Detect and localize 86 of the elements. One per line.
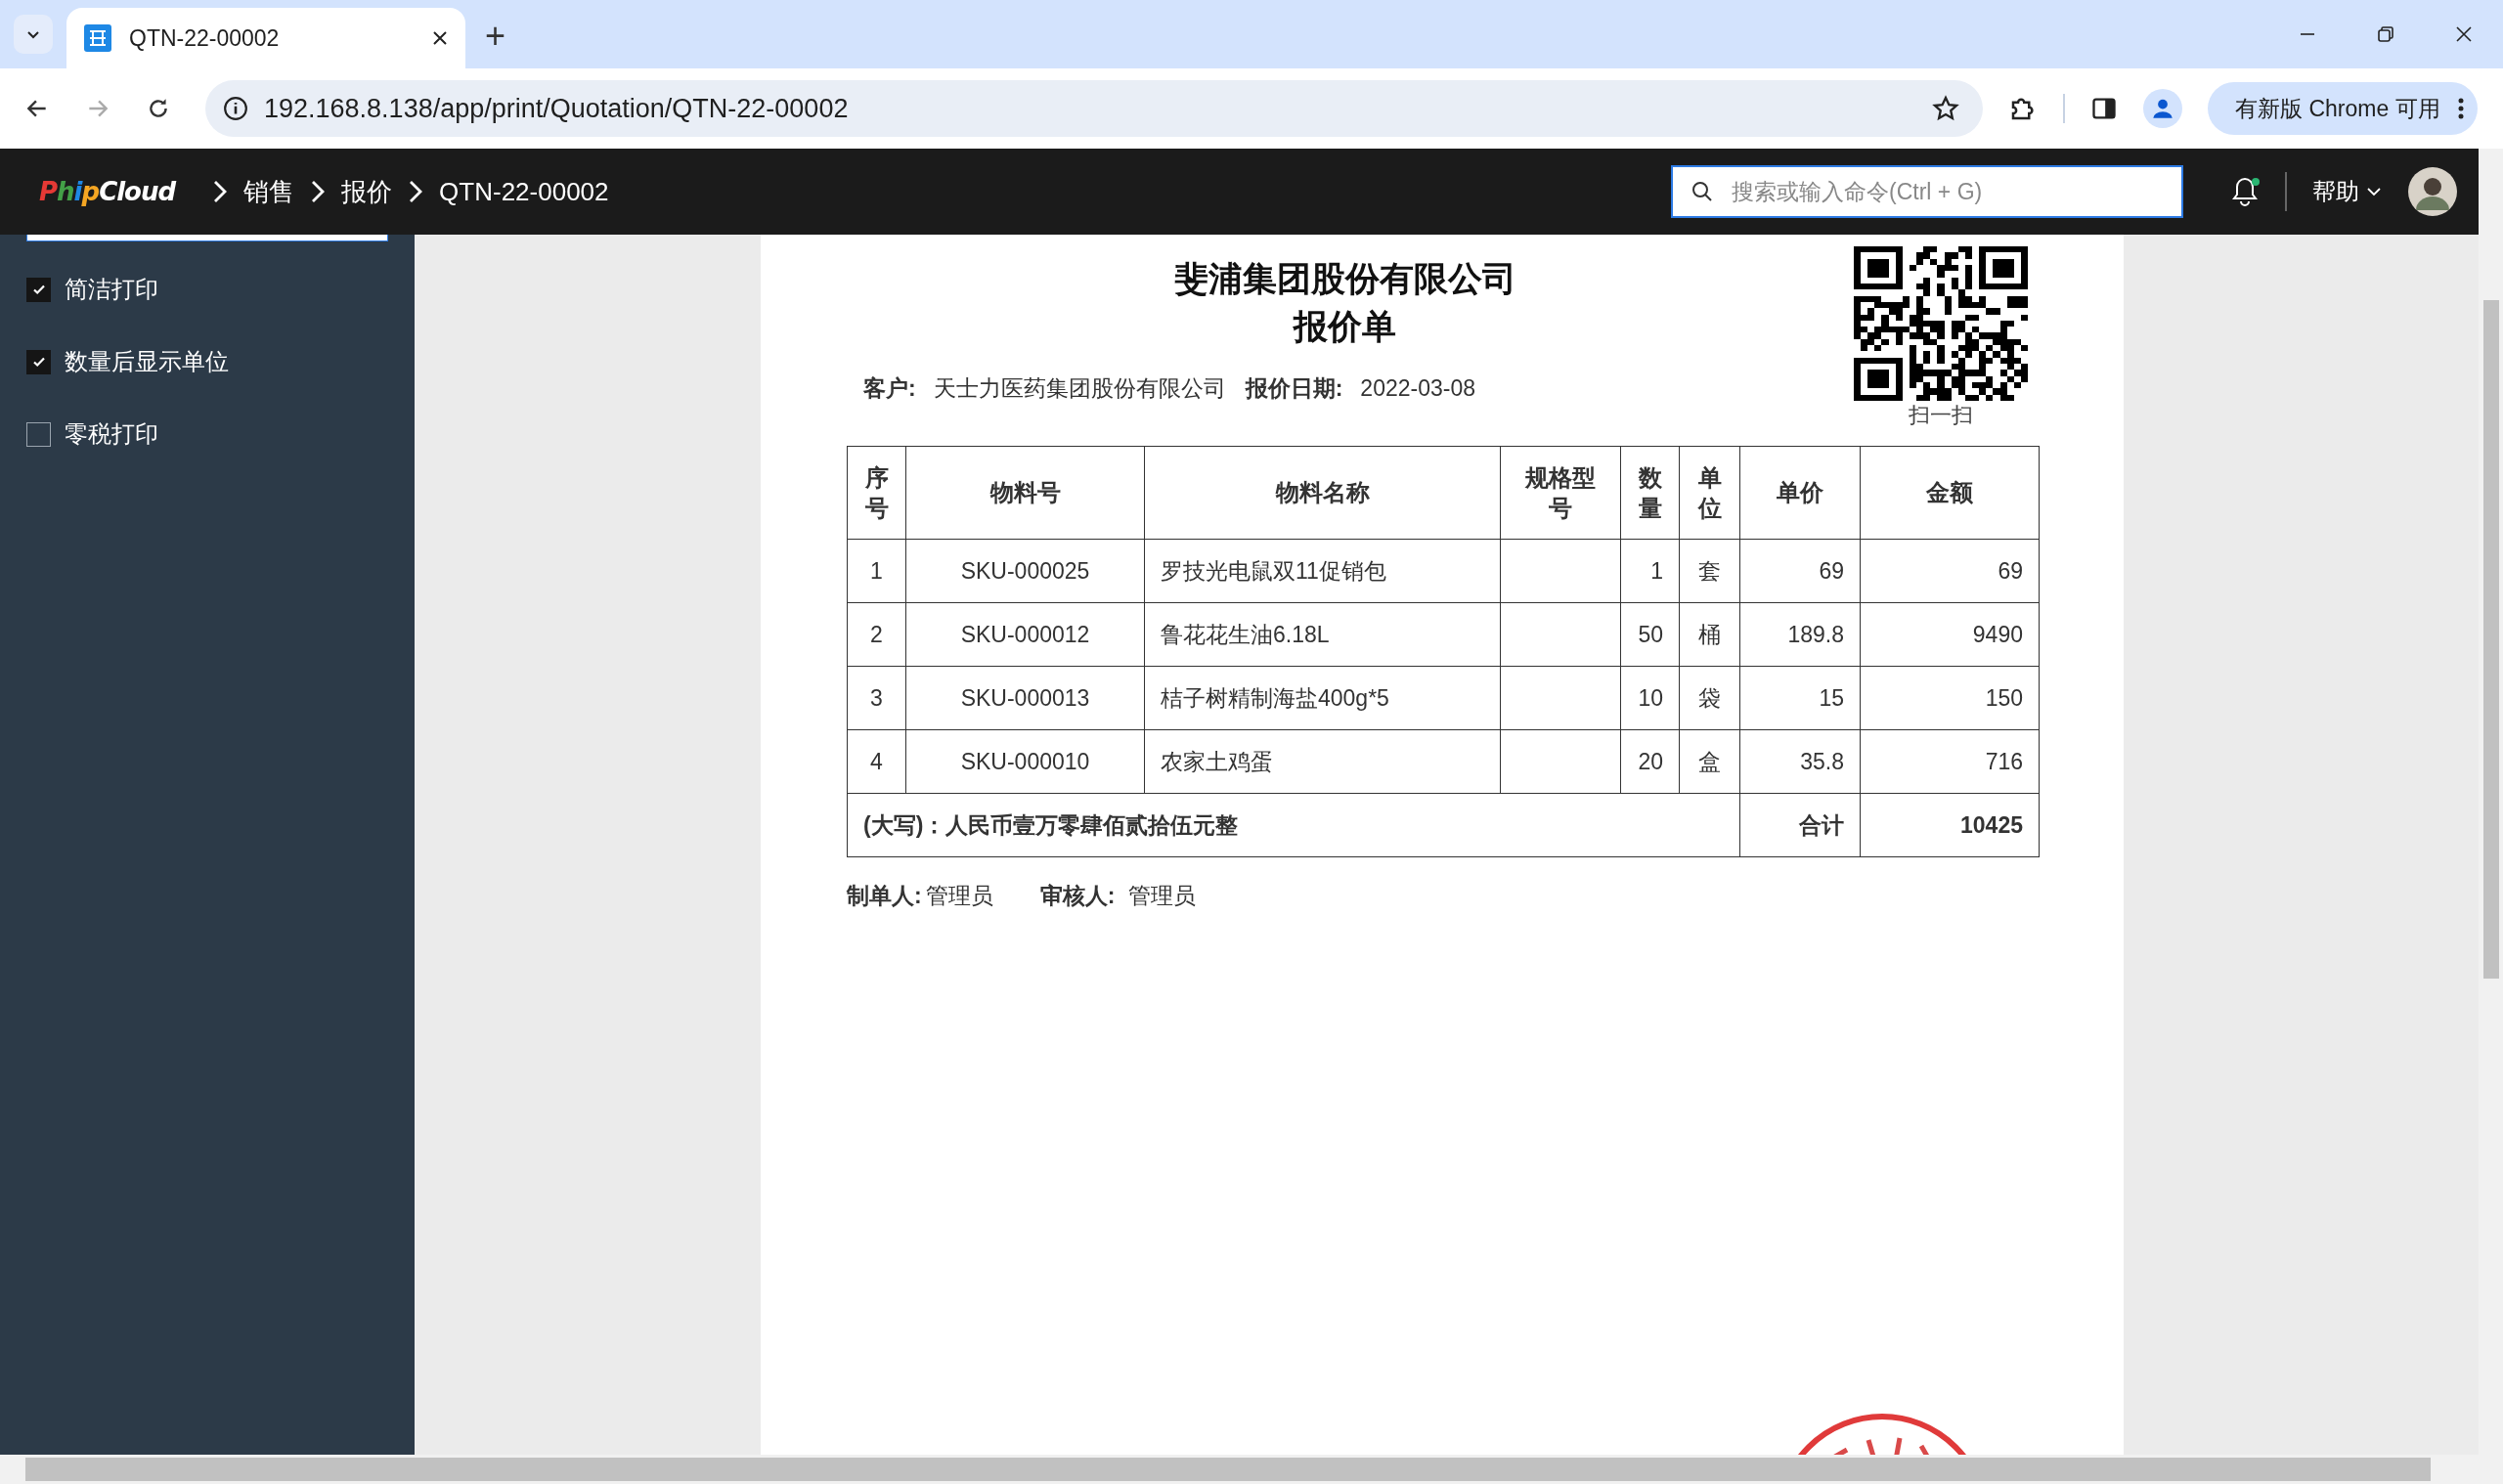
restore-icon[interactable] <box>2376 24 2395 44</box>
tab-title: QTN-22-00002 <box>129 24 281 52</box>
field-label: 制单人: <box>847 882 922 910</box>
scrollbar-thumb[interactable] <box>25 1458 2431 1481</box>
search-field[interactable]: 搜索或输入命令(Ctrl + G) <box>1671 165 2183 218</box>
update-chrome-button[interactable]: 有新版 Chrome 可用 <box>2208 82 2478 135</box>
total-label: 合计 <box>1739 793 1861 857</box>
table-cell: 35.8 <box>1739 729 1861 794</box>
address-bar[interactable]: 192.168.8.138/app/print/Quotation/QTN-22-00002 <box>205 80 1983 137</box>
column-header: 序号 <box>847 446 906 540</box>
table-cell: 150 <box>1860 666 2040 730</box>
table-cell: 2 <box>847 602 906 667</box>
bell-icon[interactable] <box>2230 176 2260 207</box>
table-cell: 69 <box>1860 539 2040 603</box>
field-value: 天士力医药集团股份有限公司 <box>933 374 1226 403</box>
table-cell: 189.8 <box>1739 602 1861 667</box>
scrollbar-thumb[interactable] <box>2482 300 2499 979</box>
column-header: 单位 <box>1679 446 1740 540</box>
column-header: 物料名称 <box>1144 446 1501 540</box>
field-value: 2022-03-08 <box>1360 375 1475 402</box>
star-icon[interactable] <box>1932 95 1959 122</box>
table-cell: SKU-000010 <box>905 729 1145 794</box>
column-header: 物料号 <box>905 446 1145 540</box>
table-cell: SKU-000012 <box>905 602 1145 667</box>
table-cell: SKU-000025 <box>905 539 1145 603</box>
amount-in-words: (大写)：人民币壹万零肆佰贰拾伍元整 <box>847 793 1740 857</box>
more-options-icon[interactable] <box>2457 97 2464 120</box>
field-label: 客户: <box>863 374 916 403</box>
url-text: 192.168.8.138/app/print/Quotation/QTN-22-00002 <box>264 93 850 124</box>
column-header: 数量 <box>1620 446 1680 540</box>
checkbox[interactable] <box>26 277 51 302</box>
breadcrumb-link[interactable]: 销售 <box>243 174 295 209</box>
table-cell: 20 <box>1620 729 1680 794</box>
column-header: 单价 <box>1739 446 1861 540</box>
vertical-scrollbar[interactable] <box>2479 149 2503 1455</box>
document-title: 报价单 <box>1292 306 1397 347</box>
checkmark-icon <box>31 355 46 369</box>
info-icon[interactable] <box>223 96 248 121</box>
input-field[interactable] <box>26 235 388 241</box>
avatar[interactable] <box>2408 167 2457 216</box>
field-label: 审核人: <box>1039 882 1116 910</box>
table-cell: 3 <box>847 666 906 730</box>
table-cell: 桶 <box>1679 602 1740 667</box>
table-cell: 农家土鸡蛋 <box>1144 729 1501 794</box>
logo[interactable]: PhipCloud <box>39 177 176 206</box>
table-cell: 桔子树精制海盐400g*5 <box>1144 666 1501 730</box>
checkbox[interactable] <box>26 421 51 447</box>
new-tab-button[interactable]: + <box>485 16 506 57</box>
table-cell: 鲁花花生油6.18L <box>1144 602 1501 667</box>
browser-tab[interactable]: QTN-22-00002 <box>66 8 465 68</box>
company-name: 斐浦集团股份有限公司 <box>1172 258 1517 299</box>
table-cell: 10 <box>1620 666 1680 730</box>
field-value: 管理员 <box>1128 882 1197 910</box>
checkbox-label: 零税打印 <box>65 419 158 449</box>
table-cell: 盒 <box>1679 729 1740 794</box>
table-cell: 716 <box>1860 729 2040 794</box>
table-cell: 4 <box>847 729 906 794</box>
checkbox-label: 简洁打印 <box>65 275 158 304</box>
table-cell: 罗技光电鼠双11促销包 <box>1144 539 1501 603</box>
checkbox[interactable] <box>26 349 51 374</box>
table-cell: 50 <box>1620 602 1680 667</box>
field-value: 管理员 <box>925 882 993 910</box>
table-cell: SKU-000013 <box>905 666 1145 730</box>
close-icon[interactable] <box>2454 24 2474 44</box>
table-cell: 15 <box>1739 666 1861 730</box>
column-header: 金额 <box>1860 446 2040 540</box>
chevron-down-icon <box>2367 187 2381 196</box>
table-cell: 1 <box>1620 539 1680 603</box>
checkbox-label: 数量后显示单位 <box>65 347 229 376</box>
breadcrumb-link[interactable]: QTN-22-00002 <box>439 176 609 207</box>
favicon-icon <box>84 24 111 52</box>
horizontal-scrollbar[interactable] <box>0 1455 2503 1484</box>
table-cell: 袋 <box>1679 666 1740 730</box>
table-cell: 69 <box>1739 539 1861 603</box>
help-menu[interactable]: 帮助 <box>2312 176 2381 207</box>
search-icon <box>1691 180 1714 203</box>
column-header: 规格型号 <box>1500 446 1621 540</box>
total-value: 10425 <box>1860 793 2040 857</box>
table-cell: 9490 <box>1860 602 2040 667</box>
table-cell: 套 <box>1679 539 1740 603</box>
close-icon[interactable] <box>432 30 448 46</box>
breadcrumb-link[interactable]: 报价 <box>341 174 393 209</box>
field-label: 报价日期: <box>1245 374 1343 403</box>
table-cell: 1 <box>847 539 906 603</box>
checkmark-icon <box>31 283 46 296</box>
qr-caption: 扫一扫 <box>1909 402 1973 429</box>
